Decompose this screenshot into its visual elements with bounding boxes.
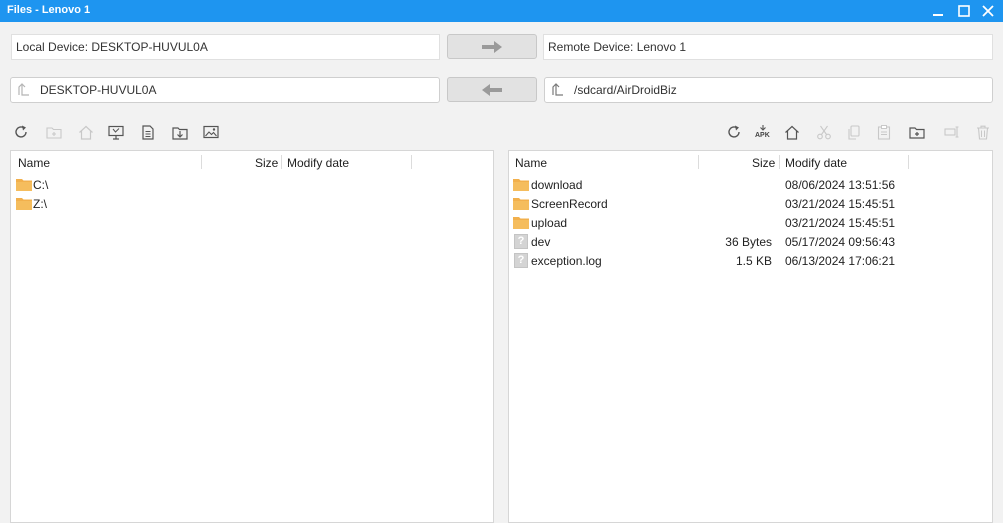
apk-label: APK <box>755 132 770 139</box>
unknown-file-icon: ? <box>513 253 530 268</box>
remote-rename-button[interactable] <box>944 124 960 140</box>
list-item[interactable]: Z:\ <box>11 195 493 214</box>
remote-new-folder-button[interactable] <box>909 124 925 140</box>
window-title: Files - Lenovo 1 <box>7 4 91 16</box>
remote-list-header: Name Size Modify date <box>509 151 992 173</box>
remote-paste-button[interactable] <box>876 124 892 140</box>
file-name: C:\ <box>33 178 49 192</box>
local-documents-button[interactable] <box>140 124 156 140</box>
remote-home-button[interactable] <box>784 124 800 140</box>
file-name: exception.log <box>531 254 602 268</box>
remote-column-name[interactable]: Name <box>515 156 547 170</box>
file-name: dev <box>531 235 551 249</box>
column-divider[interactable] <box>698 155 699 169</box>
file-name: download <box>531 178 583 192</box>
column-divider[interactable] <box>411 155 412 169</box>
list-item[interactable]: ? exception.log 1.5 KB 06/13/2024 17:06:… <box>509 252 992 271</box>
file-date: 08/06/2024 13:51:56 <box>785 178 896 192</box>
local-pictures-button[interactable] <box>203 124 219 140</box>
file-date: 03/21/2024 15:45:51 <box>785 197 896 211</box>
file-name: Z:\ <box>33 197 47 211</box>
rename-icon <box>944 126 959 138</box>
folder-icon <box>513 196 530 211</box>
up-directory-icon[interactable] <box>17 83 31 97</box>
file-date: 03/21/2024 15:45:51 <box>785 216 896 230</box>
file-size: 36 Bytes <box>725 235 772 249</box>
folder-icon <box>16 196 33 211</box>
file-size: 1.5 KB <box>735 254 772 268</box>
local-new-folder-button[interactable] <box>46 124 62 140</box>
remote-column-date[interactable]: Modify date <box>785 156 847 170</box>
folder-icon <box>513 215 530 230</box>
title-bar: Files - Lenovo 1 <box>0 0 1003 22</box>
cut-icon <box>817 125 831 139</box>
list-item[interactable]: upload 03/21/2024 15:45:51 <box>509 214 992 233</box>
local-path-text: DESKTOP-HUVUL0A <box>40 83 157 97</box>
remote-path-text: /sdcard/AirDroidBiz <box>574 83 677 97</box>
local-column-date[interactable]: Modify date <box>287 156 349 170</box>
remote-refresh-button[interactable] <box>726 124 742 140</box>
delete-icon <box>977 125 989 140</box>
local-refresh-button[interactable] <box>13 124 29 140</box>
remote-path-field[interactable]: /sdcard/AirDroidBiz <box>544 77 993 103</box>
file-name: upload <box>531 216 568 230</box>
folder-icon <box>513 177 530 192</box>
file-name: ScreenRecord <box>531 197 608 211</box>
local-list-header: Name Size Modify date <box>11 151 493 173</box>
new-folder-icon <box>46 127 62 139</box>
list-item[interactable]: ? dev 36 Bytes 05/17/2024 09:56:43 <box>509 233 992 252</box>
local-desktop-button[interactable] <box>108 124 124 140</box>
image-icon <box>203 125 219 139</box>
arrow-right-icon <box>482 40 502 53</box>
list-item[interactable]: download 08/06/2024 13:51:56 <box>509 176 992 195</box>
home-icon <box>785 125 799 140</box>
maximize-icon <box>958 5 970 17</box>
minimize-icon <box>933 14 943 16</box>
column-divider[interactable] <box>779 155 780 169</box>
new-folder-icon <box>909 127 925 139</box>
list-item[interactable]: ScreenRecord 03/21/2024 15:45:51 <box>509 195 992 214</box>
maximize-button[interactable] <box>953 0 975 22</box>
refresh-icon <box>15 125 27 138</box>
local-column-size[interactable]: Size <box>255 156 278 170</box>
download-to-local-button[interactable] <box>447 77 537 102</box>
folder-icon <box>16 177 33 192</box>
remote-column-size[interactable]: Size <box>752 156 775 170</box>
refresh-icon <box>728 125 740 138</box>
remote-cut-button[interactable] <box>816 124 832 140</box>
download-icon <box>172 126 188 140</box>
arrow-left-icon <box>482 83 502 96</box>
desktop-icon <box>108 125 124 140</box>
column-divider[interactable] <box>201 155 202 169</box>
upload-to-remote-button[interactable] <box>447 34 537 59</box>
local-file-list[interactable]: Name Size Modify date C:\ Z:\ <box>10 150 494 523</box>
up-directory-icon[interactable] <box>551 83 565 97</box>
local-path-field[interactable]: DESKTOP-HUVUL0A <box>10 77 440 103</box>
column-divider[interactable] <box>908 155 909 169</box>
remote-delete-button[interactable] <box>975 124 991 140</box>
remote-device-label: Remote Device: Lenovo 1 <box>543 34 993 60</box>
remote-install-apk-button[interactable]: APK <box>755 124 771 140</box>
minimize-button[interactable] <box>927 0 949 22</box>
close-button[interactable] <box>977 0 999 22</box>
remote-file-list[interactable]: Name Size Modify date download 08/06/202… <box>508 150 993 523</box>
local-home-button[interactable] <box>78 124 94 140</box>
local-downloads-button[interactable] <box>172 124 188 140</box>
remote-copy-button[interactable] <box>846 124 862 140</box>
home-icon <box>79 125 93 140</box>
file-date: 06/13/2024 17:06:21 <box>785 254 896 268</box>
unknown-file-icon: ? <box>513 234 530 249</box>
document-icon <box>142 124 154 140</box>
copy-icon <box>848 124 860 140</box>
local-device-label: Local Device: DESKTOP-HUVUL0A <box>11 34 440 60</box>
close-icon <box>982 5 994 17</box>
paste-icon <box>877 124 891 140</box>
list-item[interactable]: C:\ <box>11 176 493 195</box>
file-date: 05/17/2024 09:56:43 <box>785 235 896 249</box>
column-divider[interactable] <box>281 155 282 169</box>
local-column-name[interactable]: Name <box>18 156 50 170</box>
